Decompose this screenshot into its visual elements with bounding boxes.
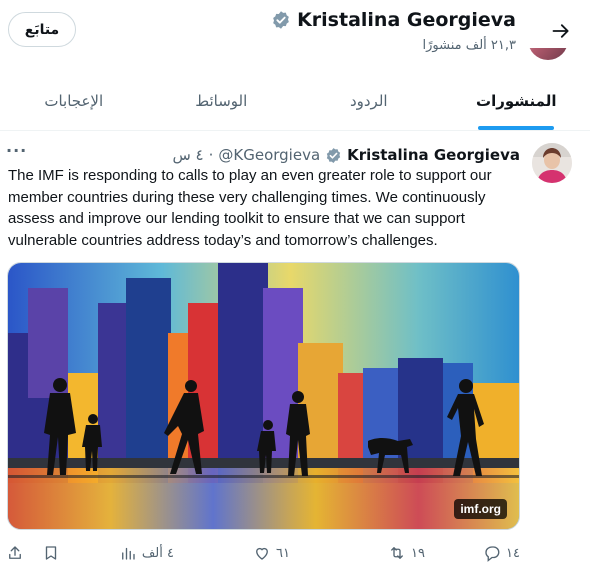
back-button[interactable] (544, 14, 578, 48)
avatar[interactable] (532, 143, 572, 183)
tweet[interactable]: ٤ س · @KGeorgieva Kristalina Georgieva ·… (0, 131, 590, 575)
more-icon[interactable]: ··· (6, 143, 26, 164)
tab-label: المنشورات (476, 92, 557, 110)
repost-icon (391, 547, 403, 559)
post-count: ٢١,٣ ألف منشورًا (422, 38, 516, 53)
tweet-meta: ٤ س · @KGeorgieva Kristalina Georgieva (172, 145, 520, 165)
tab-media[interactable]: الوسائط (148, 72, 296, 130)
like-icon (256, 547, 268, 560)
views-count: ٤ ألف (141, 545, 174, 561)
profile-title: Kristalina Georgieva (271, 9, 516, 31)
author-name[interactable]: Kristalina Georgieva (347, 146, 520, 164)
tweet-media[interactable]: imf.org (7, 262, 520, 530)
tab-posts[interactable]: المنشورات (443, 72, 590, 130)
profile-header: Kristalina Georgieva ٢١,٣ ألف منشورًا مت… (0, 0, 590, 72)
avatar-image (532, 143, 572, 183)
tweet-text: The IMF is responding to calls to play a… (8, 167, 492, 249)
like-button[interactable]: ٦١ (253, 539, 290, 567)
share-button[interactable] (6, 539, 24, 567)
author-handle[interactable]: @KGeorgieva (218, 146, 320, 164)
repost-button[interactable]: ١٩ (388, 539, 425, 567)
reply-icon (485, 546, 500, 562)
tab-replies[interactable]: الردود (295, 72, 443, 130)
profile-name: Kristalina Georgieva (297, 9, 516, 31)
back-arrow-icon (552, 24, 569, 38)
tweet-actions: ١٤ ١٩ ٦١ ٤ ألف (0, 539, 590, 567)
media-source-label: imf.org (454, 499, 507, 519)
repost-count: ١٩ (411, 545, 425, 561)
following-button[interactable]: متابَع (8, 12, 76, 47)
verified-badge-icon (273, 11, 289, 29)
views-button[interactable]: ٤ ألف (119, 539, 174, 567)
separator: · (208, 146, 214, 164)
share-icon (9, 546, 21, 559)
tab-label: الوسائط (195, 92, 248, 110)
tab-likes[interactable]: الإعجابات (0, 72, 148, 130)
bookmark-icon (45, 546, 57, 560)
tab-label: الردود (349, 92, 388, 110)
profile-banner-peek (528, 48, 568, 60)
media-image (8, 263, 519, 529)
like-count: ٦١ (276, 545, 290, 561)
views-icon (121, 547, 135, 560)
verified-badge-icon (326, 147, 341, 163)
reply-button[interactable]: ١٤ (483, 539, 520, 567)
active-tab-indicator (478, 126, 555, 130)
bookmark-button[interactable] (42, 539, 60, 567)
tweet-time[interactable]: ٤ س (172, 146, 203, 164)
tab-label: الإعجابات (44, 92, 104, 110)
reply-count: ١٤ (506, 545, 520, 561)
profile-tabs: المنشورات الردود الوسائط الإعجابات (0, 72, 590, 131)
